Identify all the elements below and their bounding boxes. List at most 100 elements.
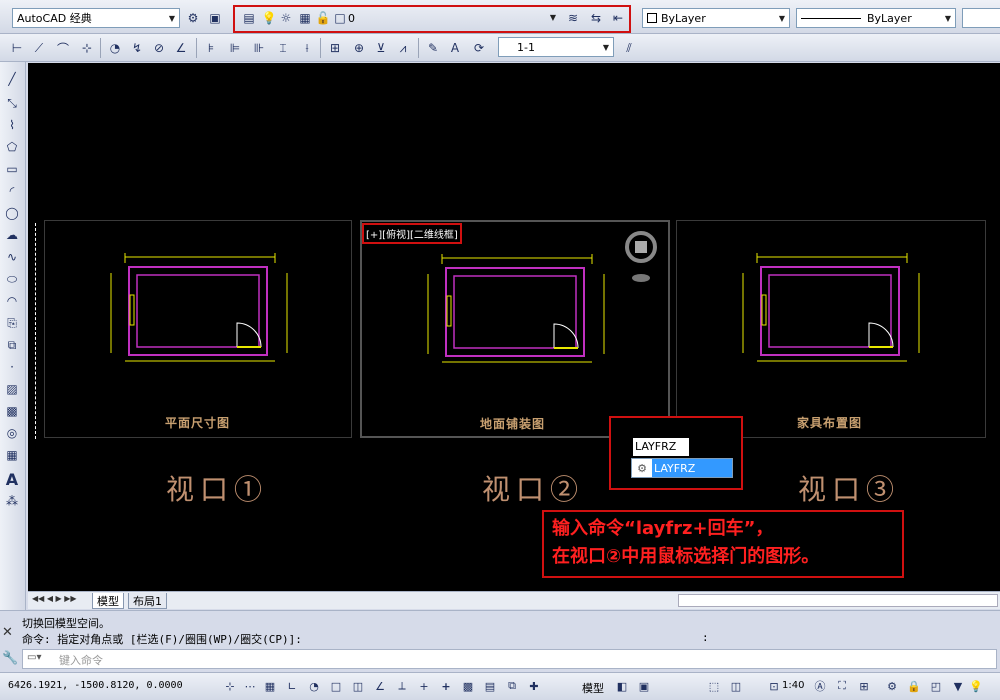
radius-icon[interactable]: ◔	[106, 39, 124, 57]
add-selected-icon[interactable]: ⁂	[3, 492, 21, 510]
autocomplete-list[interactable]: ⚙ LAYFRZ	[631, 458, 733, 478]
layer-state-icon[interactable]: ≋	[564, 9, 582, 27]
viewport-scale[interactable]: 1:40	[782, 680, 804, 691]
workspace-switch-icon[interactable]: ⊞	[856, 678, 872, 694]
baseline-icon[interactable]: ⊫	[226, 39, 244, 57]
annotation-visibility-icon[interactable]: Ⓐ	[812, 678, 828, 694]
region-icon[interactable]: ◎	[3, 424, 21, 442]
selection-cycling-icon[interactable]: ⧉	[504, 678, 520, 694]
inspect-icon[interactable]: ⊻	[372, 39, 390, 57]
rectangle-icon[interactable]: ▭	[3, 160, 21, 178]
space-icon[interactable]: ⌶	[274, 39, 292, 57]
gear-icon[interactable]: ⚙	[184, 9, 202, 27]
coordinates[interactable]: 6426.1921, -1500.8120, 0.0000	[8, 680, 183, 691]
sun-icon[interactable]: ☼	[277, 9, 295, 27]
polar-icon[interactable]: ◔	[306, 678, 322, 694]
revcloud-icon[interactable]: ☁	[3, 226, 21, 244]
make-current-icon[interactable]: ⇆	[587, 9, 605, 27]
table-icon[interactable]: ▦	[3, 446, 21, 464]
chevron-down-icon[interactable]: ▼	[546, 8, 560, 26]
lineweight-select[interactable]	[962, 8, 1000, 28]
infer-constraints-icon[interactable]: ⊹	[222, 678, 238, 694]
layer-color-icon[interactable]: ▦	[296, 9, 314, 27]
workspace-select[interactable]: AutoCAD 经典 ▼	[12, 8, 180, 28]
gear-icon[interactable]: ⚙	[884, 678, 900, 694]
break-icon[interactable]: ⟊	[298, 39, 316, 57]
hardware-accel-icon[interactable]: ◰	[928, 678, 944, 694]
viewcube-icon[interactable]	[624, 230, 658, 286]
chevron-down-icon[interactable]: ▼	[941, 9, 955, 27]
quick-props-icon[interactable]: ▤	[482, 678, 498, 694]
maximize-viewport-icon[interactable]: ⬚	[706, 678, 722, 694]
command-prompt-icon[interactable]: ▭▾	[27, 652, 41, 663]
tolerance-icon[interactable]: ⊞	[326, 39, 344, 57]
layer-select[interactable]: 0 ▼	[344, 8, 560, 28]
grid-icon[interactable]: ▦	[262, 678, 278, 694]
scale-menu-icon[interactable]: ⊡	[766, 678, 782, 694]
unlock-icon[interactable]: 🔓	[314, 9, 332, 27]
jogged-linear-icon[interactable]: ⩘	[394, 39, 412, 57]
ellipse-icon[interactable]: ⬭	[3, 270, 21, 288]
mtext-icon[interactable]: A	[3, 470, 21, 489]
ducs-icon[interactable]: ⟂	[394, 678, 410, 694]
layer-properties-icon[interactable]: ▤	[240, 9, 258, 27]
ortho-icon[interactable]: ∟	[284, 678, 300, 694]
viewport-scale-icon[interactable]: ◫	[728, 678, 744, 694]
annotation-monitor-icon[interactable]: ✚	[526, 678, 542, 694]
viewport-3[interactable]: 家具布置图	[676, 220, 986, 438]
dimstyle-select[interactable]: 1-1 ▼	[498, 37, 614, 57]
model-space-toggle[interactable]: 模型	[582, 680, 604, 696]
command-input[interactable]: ▭▾ 键入命令	[22, 649, 997, 669]
tab-model[interactable]: 模型	[92, 593, 124, 609]
ellipse-arc-icon[interactable]: ◠	[3, 292, 21, 310]
arc-length-icon[interactable]: ⌒	[54, 39, 72, 57]
workspace-settings-icon[interactable]: ▣	[206, 9, 224, 27]
construction-line-icon[interactable]: ⤡	[3, 94, 21, 112]
aligned-dim-icon[interactable]: ⟋	[30, 39, 48, 57]
chevron-down-icon[interactable]: ▼	[599, 38, 613, 56]
angular-icon[interactable]: ∠	[172, 39, 190, 57]
chevron-down-icon[interactable]: ▼	[775, 9, 789, 27]
polygon-icon[interactable]: ⬠	[3, 138, 21, 156]
diameter-icon[interactable]: ⊘	[150, 39, 168, 57]
close-icon[interactable]: ✕	[2, 625, 13, 640]
3d-osnap-icon[interactable]: ◫	[350, 678, 366, 694]
wrench-icon[interactable]: 🔧	[2, 651, 18, 666]
update-icon[interactable]: ⟳	[470, 39, 488, 57]
quick-dim-icon[interactable]: ⊧	[202, 39, 220, 57]
color-select[interactable]: ByLayer ▼	[642, 8, 790, 28]
edit-dim-icon[interactable]: ✎	[424, 39, 442, 57]
line-icon[interactable]: ╱	[3, 70, 21, 88]
snap-mode-icon[interactable]: ⋯	[242, 678, 258, 694]
isolate-objects-icon[interactable]: ▼	[950, 678, 966, 694]
lineweight-icon[interactable]: +	[438, 678, 454, 694]
chevron-down-icon[interactable]: ▼	[165, 9, 179, 27]
viewport-2[interactable]: 地面铺装图	[360, 220, 670, 438]
hatch-icon[interactable]: ▨	[3, 380, 21, 398]
layout-view-icon[interactable]: ◧	[614, 678, 630, 694]
point-icon[interactable]: ·	[3, 358, 21, 376]
viewport-controls[interactable]: [+][俯视][二维线框]	[362, 223, 462, 244]
ordinate-icon[interactable]: ⊹	[78, 39, 96, 57]
tab-layout1[interactable]: 布局1	[128, 593, 167, 609]
jogged-icon[interactable]: ↯	[128, 39, 146, 57]
otrack-icon[interactable]: ∠	[372, 678, 388, 694]
linear-dim-icon[interactable]: ⊢	[8, 39, 26, 57]
polyline-icon[interactable]: ⌇	[3, 116, 21, 134]
tab-nav-arrows[interactable]: ◀◀ ◀ ▶ ▶▶	[32, 594, 77, 603]
edit-text-icon[interactable]: A	[446, 39, 464, 57]
insert-block-icon[interactable]: ⎘	[3, 314, 21, 332]
dyn-icon[interactable]: +	[416, 678, 432, 694]
bulb-icon[interactable]: 💡	[260, 9, 278, 27]
gradient-icon[interactable]: ▩	[3, 402, 21, 420]
horizontal-scrollbar[interactable]	[678, 594, 998, 607]
continue-icon[interactable]: ⊪	[250, 39, 268, 57]
autocomplete-item[interactable]: LAYFRZ	[652, 459, 732, 477]
bulb-icon[interactable]: 💡	[968, 678, 984, 694]
dimstyle-icon[interactable]: ⫽	[620, 39, 638, 57]
center-mark-icon[interactable]: ⊕	[350, 39, 368, 57]
make-block-icon[interactable]: ⧉	[3, 336, 21, 354]
circle-icon[interactable]: ◯	[3, 204, 21, 222]
arc-icon[interactable]: ◜	[3, 182, 21, 200]
viewport-1[interactable]: 平面尺寸图	[44, 220, 352, 438]
